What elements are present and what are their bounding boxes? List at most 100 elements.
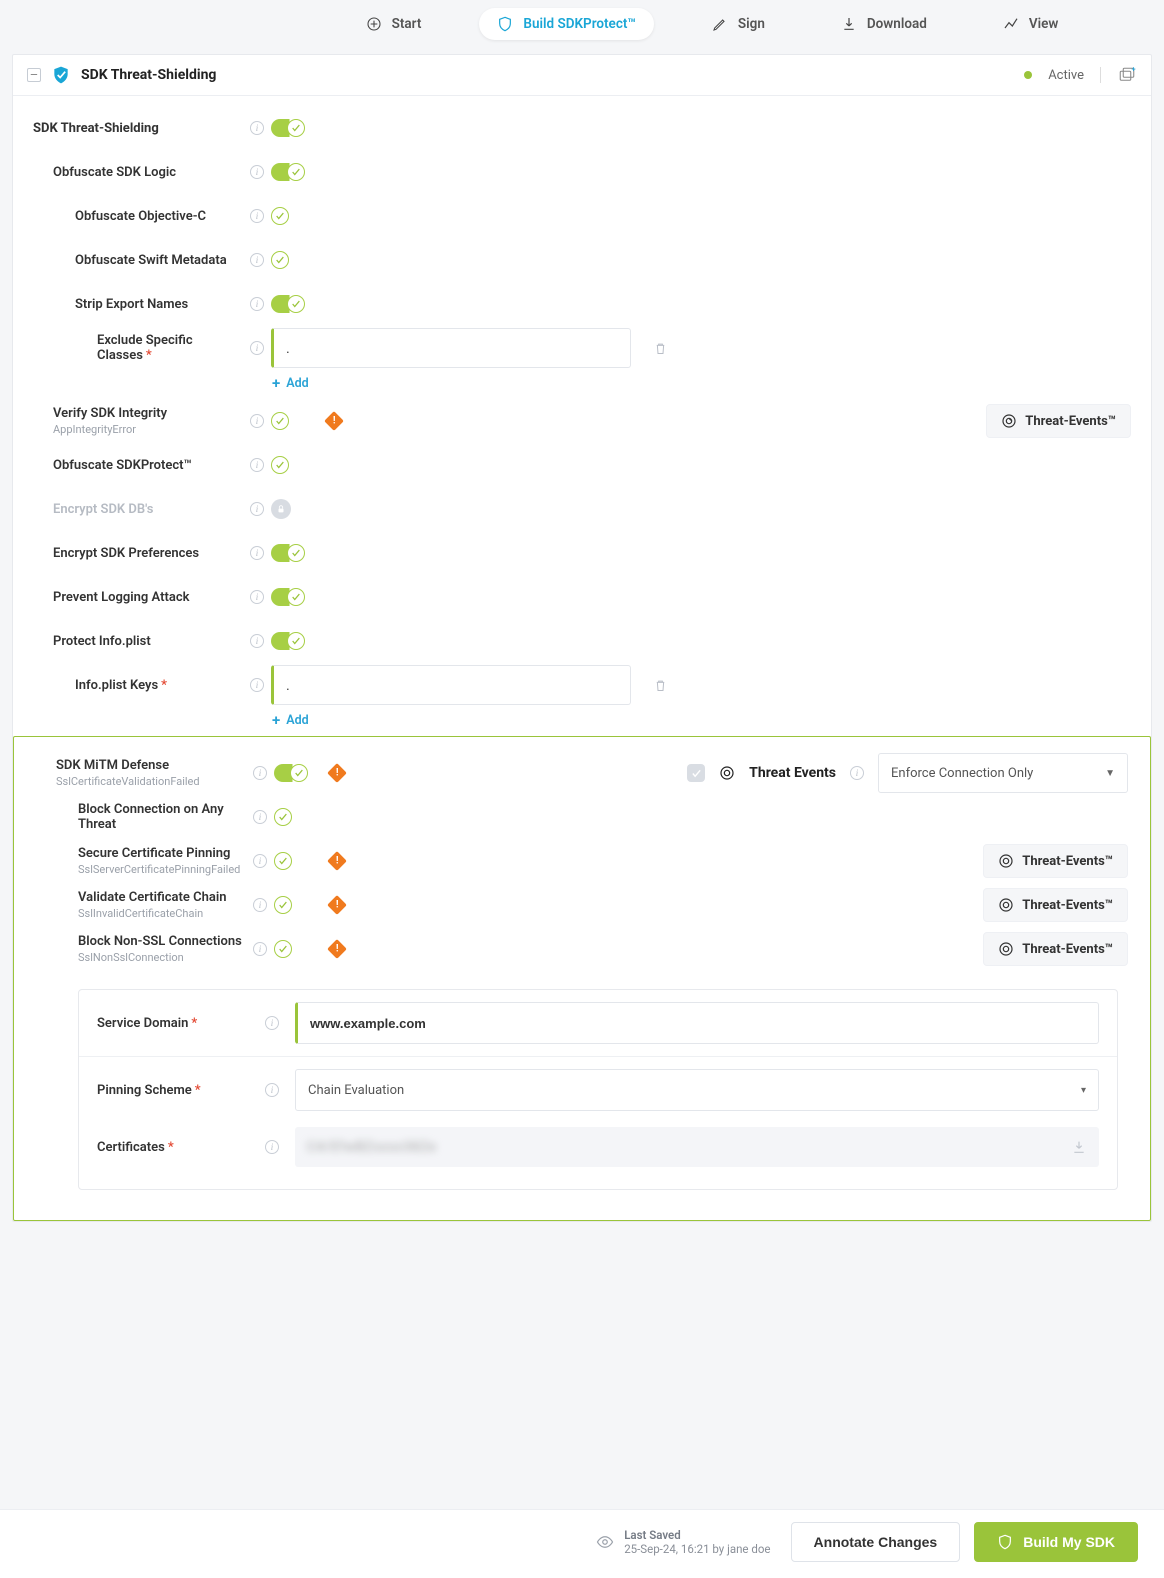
check-block-any[interactable] [274, 808, 292, 826]
label: Encrypt SDK Preferences [53, 546, 243, 561]
row-block-any: Block Connection on Any Threat i [36, 795, 1128, 839]
info-icon[interactable]: i [265, 1140, 279, 1154]
toggle-strip-export[interactable] [271, 295, 305, 313]
info-icon[interactable]: i [253, 854, 267, 868]
pen-icon [712, 16, 728, 32]
check-integrity[interactable] [271, 412, 289, 430]
download-icon[interactable] [1071, 1139, 1087, 1155]
toggle-mitm[interactable] [274, 764, 308, 782]
certificates-field[interactable]: C4/EfwBZxxxx38Ze [295, 1127, 1099, 1167]
nav-label: View [1029, 16, 1059, 32]
service-domain-input[interactable] [295, 1002, 1099, 1044]
row-protect-plist: Protect Info.plist i [33, 619, 1131, 663]
threat-events-button[interactable]: Threat-Events™ [986, 404, 1131, 438]
check-block-nonssl[interactable] [274, 940, 292, 958]
threat-events-button[interactable]: Threat-Events™ [983, 932, 1128, 966]
check-validate-chain[interactable] [274, 896, 292, 914]
threat-events-select[interactable]: Enforce Connection Only▼ [878, 753, 1128, 793]
svg-text:+: + [1132, 66, 1136, 73]
info-icon[interactable]: i [250, 253, 264, 267]
info-icon[interactable]: i [250, 458, 264, 472]
label: Obfuscate Swift Metadata [75, 253, 243, 268]
toggle-obfuscate-logic[interactable] [271, 163, 305, 181]
target-icon [1001, 413, 1017, 429]
wizard-nav: Start Build SDKProtect™ Sign Download Vi… [0, 0, 1164, 54]
info-icon[interactable]: i [250, 165, 264, 179]
info-icon[interactable]: i [250, 678, 264, 692]
plist-keys-input[interactable] [271, 665, 631, 705]
build-sdk-button[interactable]: Build My SDK [974, 1522, 1138, 1562]
add-plist-key-button[interactable]: +Add [272, 713, 1131, 728]
nav-build[interactable]: Build SDKProtect™ [479, 8, 654, 40]
check-obfuscate-swift[interactable] [271, 251, 289, 269]
collapse-button[interactable]: – [27, 68, 41, 82]
row-pinning-scheme: Pinning Scheme* i Chain Evaluation▾ [79, 1056, 1117, 1123]
info-icon[interactable]: i [250, 297, 264, 311]
trash-icon[interactable] [653, 678, 668, 693]
info-icon[interactable]: i [250, 121, 264, 135]
info-icon[interactable]: i [253, 810, 267, 824]
info-icon[interactable]: i [250, 590, 264, 604]
nav-sign[interactable]: Sign [694, 8, 783, 40]
compare-icon[interactable]: + [1117, 66, 1137, 84]
info-icon[interactable]: i [250, 209, 264, 223]
divider [1100, 67, 1101, 83]
nav-download[interactable]: Download [823, 8, 945, 40]
toggle-prevent-logging[interactable] [271, 588, 305, 606]
warning-icon: ! [324, 411, 344, 431]
warning-icon: ! [327, 939, 347, 959]
toggle-protect-plist[interactable] [271, 632, 305, 650]
info-icon[interactable]: i [253, 898, 267, 912]
sub-label: SslCertificateValidationFailed [56, 775, 246, 788]
mitm-section: SDK MiTM Defense SslCertificateValidatio… [13, 736, 1151, 1221]
label: Pinning Scheme* [97, 1083, 265, 1098]
shield-build-icon [497, 16, 513, 32]
check-cert-pinning[interactable] [274, 852, 292, 870]
label: Encrypt SDK DB's [53, 502, 243, 517]
threat-events-button[interactable]: Threat-Events™ [983, 844, 1128, 878]
label: Block Non-SSL Connections [78, 934, 246, 949]
row-section-title: SDK Threat-Shielding i [33, 106, 1131, 150]
add-class-button[interactable]: +Add [272, 376, 1131, 391]
check-obf-protect[interactable] [271, 456, 289, 474]
nav-label: Sign [738, 16, 765, 32]
sub-label: SslNonSslConnection [78, 951, 246, 964]
info-icon[interactable]: i [250, 546, 264, 560]
trash-icon[interactable] [653, 341, 668, 356]
info-icon[interactable]: i [253, 942, 267, 956]
row-verify-integrity: Verify SDK Integrity AppIntegrityError i… [33, 399, 1131, 443]
label: Prevent Logging Attack [53, 590, 243, 605]
info-icon[interactable]: i [265, 1083, 279, 1097]
info-icon[interactable]: i [850, 766, 864, 780]
check-obfuscate-objc[interactable] [271, 207, 289, 225]
info-icon[interactable]: i [265, 1016, 279, 1030]
status-dot-icon [1024, 71, 1032, 79]
threat-events-button[interactable]: Threat-Events™ [983, 888, 1128, 922]
sub-label: AppIntegrityError [53, 423, 243, 436]
nav-view[interactable]: View [985, 8, 1077, 40]
info-icon[interactable]: i [250, 634, 264, 648]
nav-start[interactable]: Start [348, 8, 440, 40]
row-cert-pinning: Secure Certificate Pinning SslServerCert… [36, 839, 1128, 883]
shield-icon [51, 65, 71, 85]
exclude-classes-input[interactable] [271, 328, 631, 368]
label: Validate Certificate Chain [78, 890, 246, 905]
target-icon [998, 897, 1014, 913]
toggle-encrypt-prefs[interactable] [271, 544, 305, 562]
annotate-button[interactable]: Annotate Changes [791, 1522, 961, 1562]
threat-events-checkbox[interactable] [687, 764, 705, 782]
threat-events-label: Threat Events [749, 765, 836, 781]
label: Block Connection on Any Threat [78, 802, 228, 832]
row-plist-keys: Info.plist Keys* i [33, 663, 1131, 707]
row-prevent-logging: Prevent Logging Attack i [33, 575, 1131, 619]
info-icon[interactable]: i [250, 502, 264, 516]
info-icon[interactable]: i [250, 414, 264, 428]
toggle-section[interactable] [271, 119, 305, 137]
label: Obfuscate SDK Logic [53, 165, 243, 180]
info-icon[interactable]: i [250, 341, 264, 355]
download-icon [841, 16, 857, 32]
nav-label: Build SDKProtect™ [523, 16, 636, 32]
info-icon[interactable]: i [253, 766, 267, 780]
pinning-scheme-select[interactable]: Chain Evaluation▾ [295, 1069, 1099, 1111]
row-service-domain: Service Domain* i [79, 990, 1117, 1056]
